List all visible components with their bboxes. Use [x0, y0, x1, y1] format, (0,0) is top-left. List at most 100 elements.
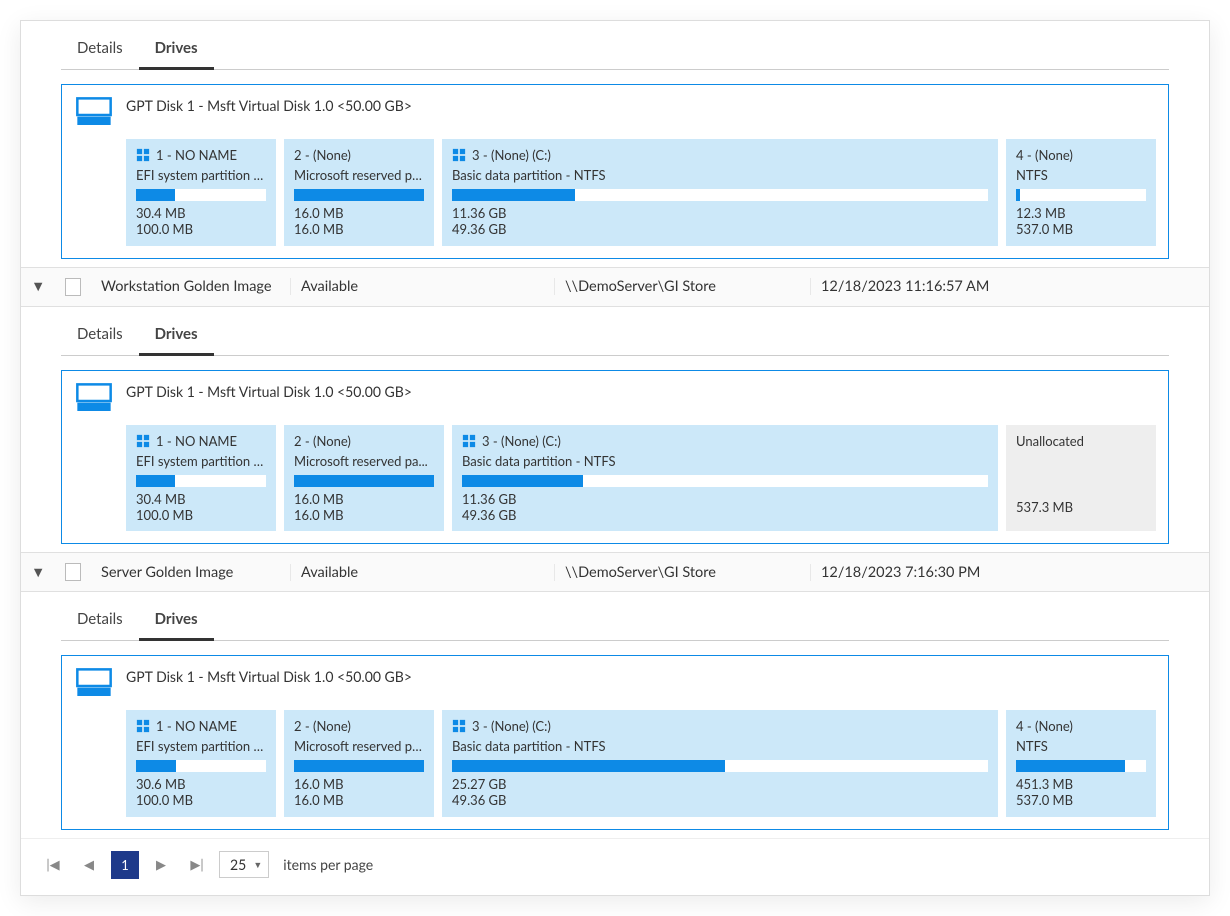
row-path: \\DemoServer\GI Store: [555, 564, 811, 581]
partition-stats: 11.36 GB49.36 GB: [452, 205, 988, 238]
partition[interactable]: 1 - NO NAMEEFI system partition - ...30.…: [126, 139, 276, 246]
tab-details[interactable]: Details: [61, 29, 139, 69]
row-checkbox[interactable]: [65, 563, 81, 581]
disk-title: GPT Disk 1 - Msft Virtual Disk 1.0 <50.0…: [126, 666, 412, 685]
row-date: 12/18/2023 11:16:57 AM: [811, 278, 1209, 295]
partition-desc: Basic data partition - NTFS: [452, 738, 988, 754]
partition[interactable]: 1 - NO NAME EFI system partition - ... 30.…: [126, 425, 276, 532]
partition[interactable]: 3 - (None) (C:) Basic data partition - NT…: [452, 425, 998, 532]
row-path: \\DemoServer\GI Store: [555, 278, 811, 295]
disk-box: GPT Disk 1 - Msft Virtual Disk 1.0 <50.0…: [61, 655, 1169, 830]
partition-usage-bar: [294, 189, 424, 201]
partition-desc: Microsoft reserved pa...: [294, 453, 434, 469]
pager-first-button[interactable]: |◀: [39, 851, 67, 879]
disk-icon: [74, 666, 114, 702]
pager-prev-button[interactable]: ◀: [75, 851, 103, 879]
pager: |◀ ◀ 1 ▶ ▶| 25 items per page: [21, 838, 1209, 885]
expand-toggle[interactable]: ▼: [21, 564, 55, 581]
main-panel: Details Drives GPT Disk 1 - Msft Virtual…: [20, 20, 1210, 896]
tabs: Details Drives: [61, 600, 1169, 641]
row-checkbox[interactable]: [65, 278, 81, 296]
table-row[interactable]: ▼ Workstation Golden Image Available \\D…: [21, 267, 1209, 307]
partition[interactable]: 4 - (None) NTFS 12.3 MB537.0 MB: [1006, 139, 1156, 246]
partition-label: 1 - NO NAME: [136, 718, 266, 734]
disk-box: GPT Disk 1 - Msft Virtual Disk 1.0 <50.0…: [61, 84, 1169, 259]
tab-details[interactable]: Details: [61, 600, 139, 640]
tab-details[interactable]: Details: [61, 315, 139, 355]
disk-icon: [74, 381, 114, 417]
partition-usage-bar: [452, 189, 988, 201]
pager-page-current[interactable]: 1: [111, 851, 139, 879]
partition-stats: 16.0 MB16.0 MB: [294, 776, 424, 809]
row-name: Workstation Golden Image: [91, 278, 291, 295]
pager-next-button[interactable]: ▶: [147, 851, 175, 879]
windows-icon: [462, 434, 476, 448]
partition-desc: EFI system partition - ...: [136, 167, 266, 183]
partitions-row: 1 - NO NAME EFI system partition - ... 30.…: [126, 425, 1156, 532]
disk-box: GPT Disk 1 - Msft Virtual Disk 1.0 <50.0…: [61, 370, 1169, 545]
partition-desc: NTFS: [1016, 738, 1146, 754]
row-date: 12/18/2023 7:16:30 PM: [811, 564, 1209, 581]
partition[interactable]: 2 - (None) Microsoft reserved pa... 16.0 M…: [284, 710, 434, 817]
row-status: Available: [291, 564, 555, 581]
partition-usage-bar: [1016, 760, 1146, 772]
partition-desc: EFI system partition - ...: [136, 453, 266, 469]
partition-label: Unallocated: [1016, 433, 1146, 449]
partition-label: 2 - (None): [294, 433, 434, 449]
partition-desc: Microsoft reserved pa...: [294, 167, 424, 183]
partition-desc: Microsoft reserved pa...: [294, 738, 424, 754]
pager-pagesize-select[interactable]: 25: [219, 851, 269, 878]
pager-label: items per page: [283, 856, 373, 873]
partition-label: 2 - (None): [294, 718, 424, 734]
partitions-row: 1 - NO NAMEEFI system partition - ...30.…: [126, 139, 1156, 246]
table-row[interactable]: ▼ Server Golden Image Available \\DemoSe…: [21, 552, 1209, 592]
partition-desc: EFI system partition - ...: [136, 738, 266, 754]
partition-stats: 12.3 MB537.0 MB: [1016, 205, 1146, 238]
partition[interactable]: 3 - (None) (C:)Basic data partition - NT…: [442, 139, 998, 246]
partition-desc: Basic data partition - NTFS: [462, 453, 988, 469]
disk-title: GPT Disk 1 - Msft Virtual Disk 1.0 <50.0…: [126, 381, 412, 400]
partition[interactable]: 1 - NO NAME EFI system partition - ... 30.…: [126, 710, 276, 817]
tab-drives[interactable]: Drives: [139, 600, 214, 641]
partition-stats: 30.4 MB100.0 MB: [136, 205, 266, 238]
partition-usage-bar: [136, 189, 266, 201]
pager-last-button[interactable]: ▶|: [183, 851, 211, 879]
partition[interactable]: 3 - (None) (C:)Basic data partition - NT…: [442, 710, 998, 817]
partition-label: 4 - (None): [1016, 718, 1146, 734]
windows-icon: [136, 434, 150, 448]
partition-stats: 537.3 MB: [1016, 499, 1146, 515]
windows-icon: [452, 148, 466, 162]
disk-title: GPT Disk 1 - Msft Virtual Disk 1.0 <50.0…: [126, 95, 412, 114]
partition-stats: 30.4 MB100.0 MB: [136, 491, 266, 524]
partition-stats: 451.3 MB537.0 MB: [1016, 776, 1146, 809]
windows-icon: [136, 148, 150, 162]
tabs: Details Drives: [61, 29, 1169, 70]
expand-toggle[interactable]: ▼: [21, 278, 55, 295]
partition[interactable]: 2 - (None)Microsoft reserved pa...16.0 M…: [284, 139, 434, 246]
partition-label: 4 - (None): [1016, 147, 1146, 163]
partition[interactable]: Unallocated 537.3 MB: [1006, 425, 1156, 532]
partition[interactable]: 4 - (None) NTFS 451.3 MB537.0 MB: [1006, 710, 1156, 817]
windows-icon: [452, 719, 466, 733]
partition-label: 1 - NO NAME: [136, 433, 266, 449]
tab-drives[interactable]: Drives: [139, 29, 214, 70]
partition-usage-bar: [136, 475, 266, 487]
partition-label: 2 - (None): [294, 147, 424, 163]
tab-drives[interactable]: Drives: [139, 315, 214, 356]
disk-icon: [74, 95, 114, 131]
partition-stats: 11.36 GB49.36 GB: [462, 491, 988, 524]
partition-stats: 30.6 MB100.0 MB: [136, 776, 266, 809]
partition-desc: NTFS: [1016, 167, 1146, 183]
partition-stats: 16.0 MB16.0 MB: [294, 491, 434, 524]
partition-desc: Basic data partition - NTFS: [452, 167, 988, 183]
partition-usage-bar: [294, 475, 434, 487]
partition-usage-bar: [452, 760, 988, 772]
partition-stats: 25.27 GB49.36 GB: [452, 776, 988, 809]
partition-label: 3 - (None) (C:): [462, 433, 988, 449]
tabs: Details Drives: [61, 315, 1169, 356]
partition-usage-bar: [294, 760, 424, 772]
partitions-row: 1 - NO NAME EFI system partition - ... 30.…: [126, 710, 1156, 817]
windows-icon: [136, 719, 150, 733]
partition-usage-bar: [1016, 189, 1146, 201]
partition[interactable]: 2 - (None) Microsoft reserved pa... 16.0 M…: [284, 425, 444, 532]
